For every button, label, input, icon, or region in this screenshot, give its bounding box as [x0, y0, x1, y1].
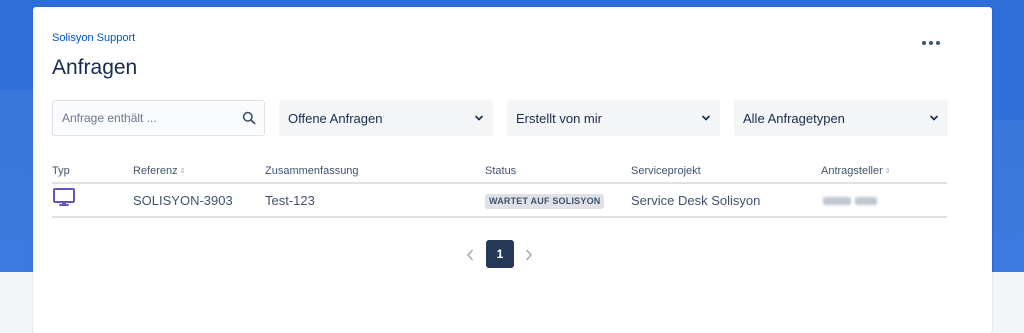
- breadcrumb-portal-link[interactable]: Solisyon Support: [52, 32, 135, 44]
- search-input[interactable]: [62, 111, 242, 125]
- requester-name-redacted: [823, 197, 877, 205]
- chevron-down-icon: [929, 111, 939, 126]
- request-reference-link[interactable]: SOLISYON-3903: [133, 193, 233, 208]
- column-header-type: Typ: [52, 165, 70, 177]
- chevron-left-icon[interactable]: [463, 247, 477, 263]
- request-type-filter-select[interactable]: Alle Anfragetypen: [734, 100, 948, 136]
- dot: [936, 41, 940, 45]
- page-title: Anfragen: [52, 56, 138, 79]
- table-header-divider: [52, 182, 947, 184]
- column-header-requester[interactable]: Antragsteller ⇕: [821, 165, 891, 177]
- computer-monitor-icon: [53, 188, 75, 213]
- request-type-filter-value: Alle Anfragetypen: [743, 110, 845, 126]
- dot: [922, 41, 926, 45]
- search-icon[interactable]: [242, 111, 256, 128]
- status-filter-select[interactable]: Offene Anfragen: [279, 100, 493, 136]
- chevron-down-icon: [474, 111, 484, 126]
- column-header-label: Serviceprojekt: [631, 165, 701, 177]
- sort-icon: ⇕: [179, 167, 186, 175]
- dot: [929, 41, 933, 45]
- status-filter-value: Offene Anfragen: [288, 110, 383, 126]
- search-field[interactable]: [52, 100, 265, 136]
- column-header-label: Status: [485, 165, 517, 177]
- redacted-block: [823, 197, 851, 205]
- table-row-divider: [52, 216, 947, 218]
- creator-filter-select[interactable]: Erstellt von mir: [507, 100, 720, 136]
- creator-filter-value: Erstellt von mir: [516, 110, 602, 126]
- column-header-label: Referenz: [133, 165, 178, 177]
- column-header-service-project: Serviceprojekt: [631, 165, 701, 177]
- service-project-name: Service Desk Solisyon: [631, 193, 761, 208]
- column-header-status: Status: [485, 165, 516, 177]
- request-summary-link[interactable]: Test-123: [265, 193, 315, 208]
- sort-icon: ⇕: [884, 167, 891, 175]
- redacted-block: [855, 197, 877, 205]
- column-header-label: Antragsteller: [821, 165, 883, 177]
- status-badge: WARTET AUF SOLISYON: [485, 194, 605, 209]
- more-actions-button[interactable]: [917, 33, 945, 53]
- chevron-down-icon: [701, 111, 711, 126]
- chevron-right-icon[interactable]: [522, 247, 536, 263]
- pagination-page-current[interactable]: 1: [486, 240, 514, 268]
- column-header-label: Typ: [52, 165, 70, 177]
- column-header-summary: Zusammenfassung: [265, 165, 359, 177]
- requests-card: Solisyon Support Anfragen Offene Anfrage…: [33, 7, 992, 333]
- column-header-reference[interactable]: Referenz ⇕: [133, 165, 186, 177]
- column-header-label: Zusammenfassung: [265, 165, 359, 177]
